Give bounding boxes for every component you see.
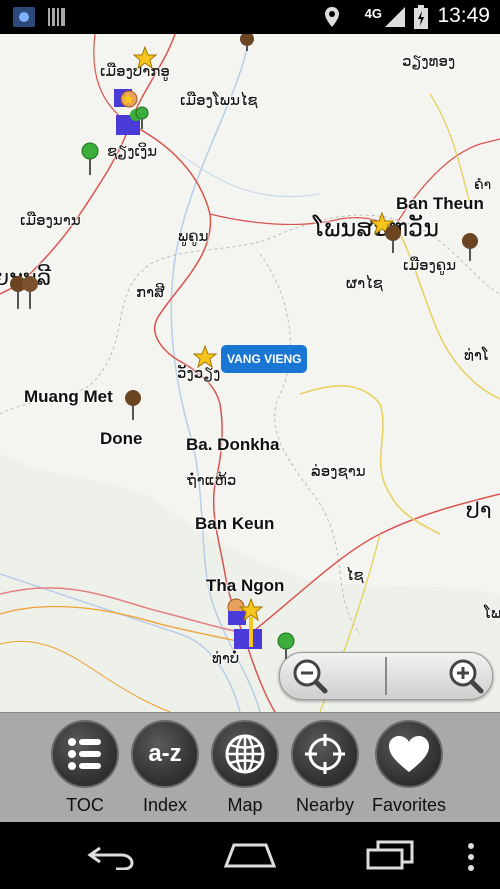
favorites-button-circle (375, 720, 443, 788)
map-button-circle (211, 720, 279, 788)
place-label[interactable]: ທ່າໂ (464, 346, 489, 364)
app-notification-icon (13, 7, 35, 27)
place-label[interactable]: ວຽງທອງ (402, 52, 455, 70)
index-button[interactable]: a-z Index (120, 720, 210, 820)
brown-pin-icon[interactable] (383, 224, 403, 254)
green-pin-icon[interactable] (134, 106, 150, 130)
place-label[interactable]: ກາສີ (136, 283, 165, 301)
star-pin-icon[interactable] (133, 46, 157, 70)
place-label[interactable]: ຖໍ່າແຫ້ວ (187, 471, 236, 489)
star-pin-icon[interactable] (193, 345, 217, 369)
place-label[interactable]: ເມືອງນານ (20, 211, 81, 229)
index-button-circle: a-z (131, 720, 199, 788)
toc-button-circle (51, 720, 119, 788)
place-label[interactable]: ຊຽງເງິນ (107, 142, 157, 160)
brown-pin-icon[interactable] (8, 274, 42, 310)
place-label[interactable]: ຄຳ (474, 176, 491, 193)
nearby-button-circle (291, 720, 359, 788)
index-button-label: Index (142, 795, 188, 815)
heart-icon (389, 736, 429, 772)
place-label[interactable]: ຜາໄຊ (346, 274, 383, 292)
place-label[interactable]: Done (100, 429, 143, 449)
a-z-icon: a-z (148, 740, 182, 767)
list-icon (68, 738, 101, 770)
clock: 13:49 (437, 4, 490, 27)
place-label[interactable]: ພູຄູນ (178, 227, 209, 245)
recent-apps-icon[interactable] (366, 840, 414, 870)
brown-pin-icon[interactable] (123, 389, 143, 421)
zoom-out-icon[interactable] (292, 658, 328, 694)
zoom-in-icon[interactable] (448, 658, 484, 694)
green-pin-icon[interactable] (80, 142, 100, 176)
place-label[interactable]: Ban Keun (195, 514, 274, 534)
overflow-menu-icon[interactable] (466, 842, 476, 872)
place-label[interactable]: Ban Theun (396, 194, 484, 214)
place-label[interactable]: ໂພ (484, 604, 500, 622)
globe-icon (225, 734, 265, 774)
back-icon[interactable] (86, 842, 136, 870)
brown-pin-icon[interactable] (238, 34, 256, 52)
zoom-control (279, 652, 493, 700)
zoom-divider (385, 657, 387, 695)
map-button-label: Map (227, 795, 263, 815)
place-label[interactable]: Muang Met (24, 387, 113, 407)
place-label[interactable]: Tha Ngon (206, 576, 284, 596)
system-nav-bar (0, 822, 500, 889)
toc-button-label: TOC (66, 795, 104, 815)
place-label[interactable]: ເມືອງໂພນໄຊ (180, 91, 258, 109)
barcode-notification-icon (48, 8, 65, 26)
location-icon (325, 7, 339, 27)
crosshair-icon (305, 734, 345, 774)
nearby-button[interactable]: Nearby (280, 720, 370, 820)
map-view[interactable]: ເມືອງປາກອູ ເມືອງໂພນໄຊ ວຽງທອງ ຊຽງເງິນ ຄຳ … (0, 34, 500, 712)
home-icon[interactable] (224, 842, 276, 868)
favorites-button[interactable]: Favorites (364, 720, 454, 820)
vang-vieng-badge[interactable]: VANG VIENG (221, 345, 308, 373)
battery-icon (414, 5, 428, 29)
brown-pin-icon[interactable] (460, 232, 480, 262)
map-button[interactable]: Map (200, 720, 290, 820)
network-type-label: 4G (364, 6, 382, 21)
place-label[interactable]: Ba. Donkha (186, 435, 280, 455)
bottom-toolbar: TOC a-z Index Map Nearby Favorites (0, 712, 500, 823)
signal-icon (385, 7, 405, 27)
favorites-button-label: Favorites (371, 795, 447, 815)
bus-station-icon[interactable] (224, 597, 266, 653)
toc-button[interactable]: TOC (40, 720, 130, 820)
nearby-button-label: Nearby (295, 795, 355, 815)
place-label[interactable]: ລ່ອງຊານ (311, 462, 366, 480)
place-label[interactable]: ໄຊ (346, 566, 364, 584)
status-bar: 4G 13:49 (0, 0, 500, 34)
place-label[interactable]: ປາ (466, 498, 492, 524)
place-label[interactable]: ເມືອງຄູນ (403, 256, 456, 274)
